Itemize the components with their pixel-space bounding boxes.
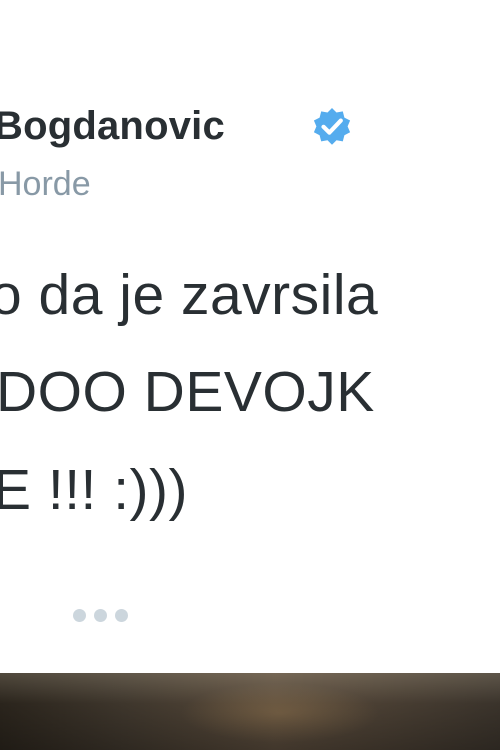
- attached-photo[interactable]: [0, 673, 500, 750]
- tweet-text-line: E !!! :))): [0, 458, 188, 522]
- tweet-text: o da je zavrsila DOO DEVOJK E !!! :))): [0, 0, 500, 600]
- dot: [115, 609, 128, 622]
- tweet-text-line: DOO DEVOJK: [0, 360, 375, 424]
- photo-shade: [0, 673, 500, 750]
- tweet-text-line: o da je zavrsila: [0, 263, 379, 327]
- more-dots-icon[interactable]: [73, 606, 129, 626]
- tweet-card: Bogdanovic Horde o da je zavrsila DOO DE…: [0, 0, 500, 750]
- dot: [94, 609, 107, 622]
- dot: [73, 609, 86, 622]
